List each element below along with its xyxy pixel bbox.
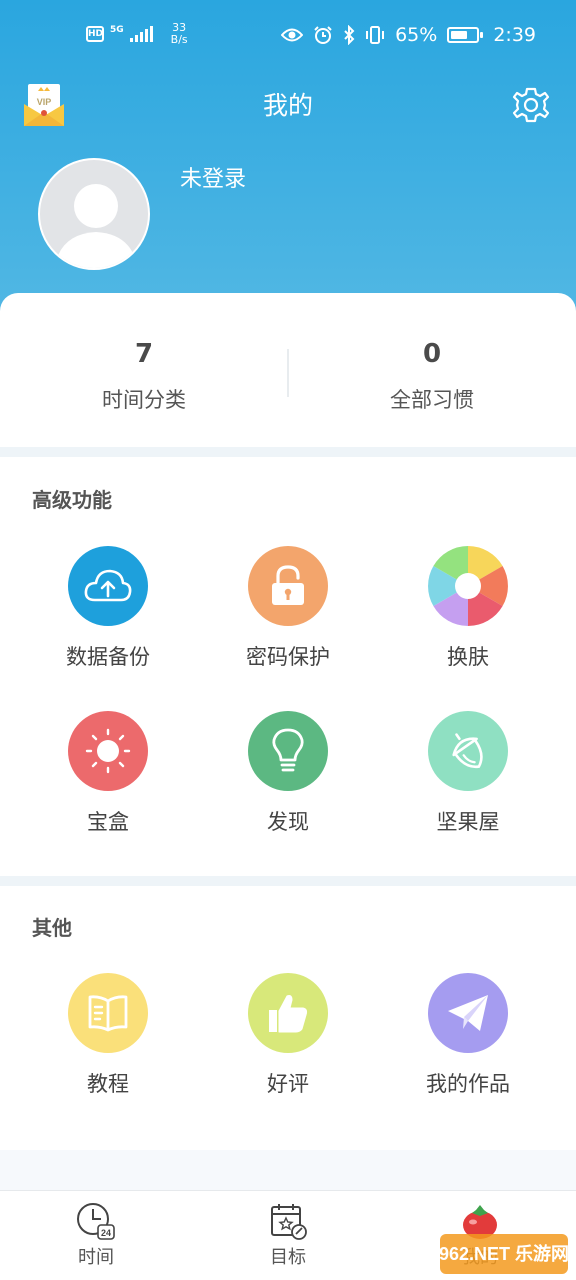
feature-label: 密码保护 <box>246 645 330 669</box>
avatar[interactable] <box>38 158 150 270</box>
nav-tab-time[interactable]: 24 时间 <box>0 1201 192 1271</box>
eye-icon <box>281 28 304 42</box>
acorn-icon <box>428 711 508 791</box>
status-right: 65% 2:39 <box>281 24 536 46</box>
alarm-icon <box>314 26 332 44</box>
feature-label: 好评 <box>267 1072 309 1096</box>
feature-label: 我的作品 <box>426 1072 510 1096</box>
battery-fill <box>451 31 468 39</box>
feature-my-works[interactable]: 我的作品 <box>378 973 558 1099</box>
feature-skin[interactable]: 换肤 <box>378 546 558 672</box>
feature-label: 数据备份 <box>66 645 150 669</box>
clock-icon: 24 <box>76 1201 116 1241</box>
feature-label: 换肤 <box>447 645 489 669</box>
calendar-star-icon <box>268 1201 308 1241</box>
status-bar: HD 5G 33 B/s 65% 2:39 <box>0 0 576 72</box>
hd-badge: HD <box>86 26 104 42</box>
vibrate-icon <box>366 26 385 44</box>
feature-label: 发现 <box>267 810 309 834</box>
feature-discover[interactable]: 发现 <box>198 711 378 837</box>
stat-all-habits[interactable]: 0 全部习惯 <box>288 337 576 415</box>
stat-label: 全部习惯 <box>390 388 474 412</box>
site-watermark: 962.NET 乐游网 <box>439 1226 570 1276</box>
content-bottom-area <box>0 1150 576 1190</box>
cloud-upload-icon <box>68 546 148 626</box>
nav-tab-goals[interactable]: 目标 <box>192 1201 384 1271</box>
stat-value: 0 <box>422 339 442 369</box>
nav-label: 时间 <box>78 1247 114 1268</box>
clock-badge: 24 <box>101 1228 111 1238</box>
sun-icon <box>68 711 148 791</box>
clock-time: 2:39 <box>493 24 536 46</box>
stats-row: 7 时间分类 0 全部习惯 <box>0 293 576 445</box>
stat-label: 时间分类 <box>102 388 186 412</box>
network-speed: 33 B/s <box>171 22 188 46</box>
feature-data-backup[interactable]: 数据备份 <box>18 546 198 672</box>
unlock-icon <box>248 546 328 626</box>
gear-icon <box>512 87 550 123</box>
feature-treasure-box[interactable]: 宝盒 <box>18 711 198 837</box>
speed-unit: B/s <box>170 33 188 46</box>
color-wheel-icon <box>428 546 508 626</box>
stat-time-categories[interactable]: 7 时间分类 <box>0 337 288 415</box>
battery-percent: 65% <box>395 24 438 46</box>
feature-label: 坚果屋 <box>436 810 500 834</box>
watermark-text: 962.NET 乐游网 <box>440 1243 569 1264</box>
paper-plane-icon <box>428 973 508 1053</box>
section-title-other: 其他 <box>32 916 72 940</box>
page-title: 我的 <box>262 91 313 120</box>
signal-icon <box>129 26 153 42</box>
feature-nut-house[interactable]: 坚果屋 <box>378 711 558 837</box>
login-status[interactable]: 未登录 <box>180 164 246 196</box>
section-divider <box>0 447 576 457</box>
book-icon <box>68 973 148 1053</box>
bluetooth-icon <box>344 25 355 45</box>
section-title-advanced: 高级功能 <box>32 488 112 512</box>
network-type: 5G <box>110 25 124 35</box>
status-left: HD 5G 33 B/s <box>86 22 188 46</box>
section-divider <box>0 876 576 886</box>
settings-button[interactable] <box>512 86 550 124</box>
main-card: 7 时间分类 0 全部习惯 高级功能 数据备份 密码保护 换肤 宝盒 发现 坚果… <box>0 293 576 1193</box>
feature-tutorial[interactable]: 教程 <box>18 973 198 1099</box>
default-user-icon <box>54 184 138 268</box>
feature-password-protection[interactable]: 密码保护 <box>198 546 378 672</box>
stat-value: 7 <box>134 339 154 369</box>
feature-label: 宝盒 <box>87 810 129 834</box>
battery-icon <box>447 27 484 43</box>
feature-rating[interactable]: 好评 <box>198 973 378 1099</box>
lightbulb-icon <box>248 711 328 791</box>
thumbs-up-icon <box>248 973 328 1053</box>
feature-label: 教程 <box>87 1072 129 1096</box>
nav-label: 目标 <box>270 1247 306 1268</box>
